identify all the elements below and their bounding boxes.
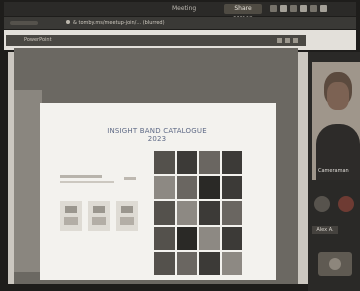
mic-icon[interactable] bbox=[270, 5, 277, 12]
close-presentation-icon[interactable] bbox=[293, 38, 298, 43]
end-call-button[interactable] bbox=[338, 196, 354, 212]
window-titlebar: Meeting Share screen bbox=[4, 2, 356, 22]
collage-photo bbox=[154, 151, 175, 175]
collage-photo bbox=[221, 251, 242, 275]
self-view-tile[interactable] bbox=[318, 252, 352, 276]
participant-name: Cameraman bbox=[318, 168, 349, 174]
collage-photo bbox=[199, 226, 220, 250]
collage-photo bbox=[176, 151, 197, 175]
share-screen-button[interactable]: Share screen bbox=[224, 4, 262, 22]
people-icon[interactable] bbox=[290, 5, 297, 12]
presentation-controls bbox=[277, 38, 298, 43]
mic-toggle-button[interactable] bbox=[314, 196, 330, 212]
slide-title: INSIGHT BAND CATALOGUE 2023 bbox=[107, 127, 207, 143]
photo-collage bbox=[154, 151, 242, 275]
maximize-icon[interactable] bbox=[285, 38, 290, 43]
collage-photo bbox=[221, 176, 242, 200]
collage-photo bbox=[176, 176, 197, 200]
slide-tile bbox=[116, 201, 138, 231]
collage-photo bbox=[154, 201, 175, 225]
slide-tile bbox=[60, 201, 82, 231]
slide-tile bbox=[88, 201, 110, 231]
more-icon[interactable] bbox=[310, 5, 317, 12]
close-icon[interactable] bbox=[320, 5, 327, 12]
collage-photo bbox=[176, 201, 197, 225]
slide-thumbnail-strip[interactable] bbox=[14, 90, 42, 272]
collage-photo bbox=[176, 251, 197, 275]
address-bar[interactable]: & tomby.ms/meetup-join/... (blurred) bbox=[4, 17, 356, 29]
window-title: Meeting bbox=[172, 5, 197, 12]
slide-small-text bbox=[124, 177, 136, 180]
slide-text-line bbox=[60, 175, 102, 178]
collage-photo bbox=[221, 151, 242, 175]
presentation-app-label: PowerPoint bbox=[24, 37, 52, 43]
collage-photo bbox=[199, 251, 220, 275]
chat-icon[interactable] bbox=[300, 5, 307, 12]
presentation-header: PowerPoint bbox=[6, 35, 306, 46]
collage-photo bbox=[154, 251, 175, 275]
collage-photo bbox=[154, 176, 175, 200]
participant-label: Alex A. bbox=[312, 226, 338, 234]
participant-video[interactable] bbox=[312, 62, 360, 180]
url-text: & tomby.ms/meetup-join/... (blurred) bbox=[66, 17, 165, 29]
minimize-icon[interactable] bbox=[277, 38, 282, 43]
collage-photo bbox=[221, 226, 242, 250]
camera-icon[interactable] bbox=[280, 5, 287, 12]
collage-photo bbox=[199, 201, 220, 225]
slide-tiles bbox=[60, 201, 138, 231]
slide-text-block bbox=[60, 175, 114, 183]
nav-buttons[interactable] bbox=[10, 21, 38, 25]
current-slide: INSIGHT BAND CATALOGUE 2023 bbox=[40, 103, 276, 280]
collage-photo bbox=[154, 226, 175, 250]
titlebar-icons bbox=[270, 5, 327, 12]
slide-text-line bbox=[60, 181, 114, 183]
collage-photo bbox=[199, 176, 220, 200]
participant-face bbox=[327, 82, 349, 110]
collage-photo bbox=[176, 226, 197, 250]
collage-photo bbox=[199, 151, 220, 175]
collage-photo bbox=[221, 201, 242, 225]
